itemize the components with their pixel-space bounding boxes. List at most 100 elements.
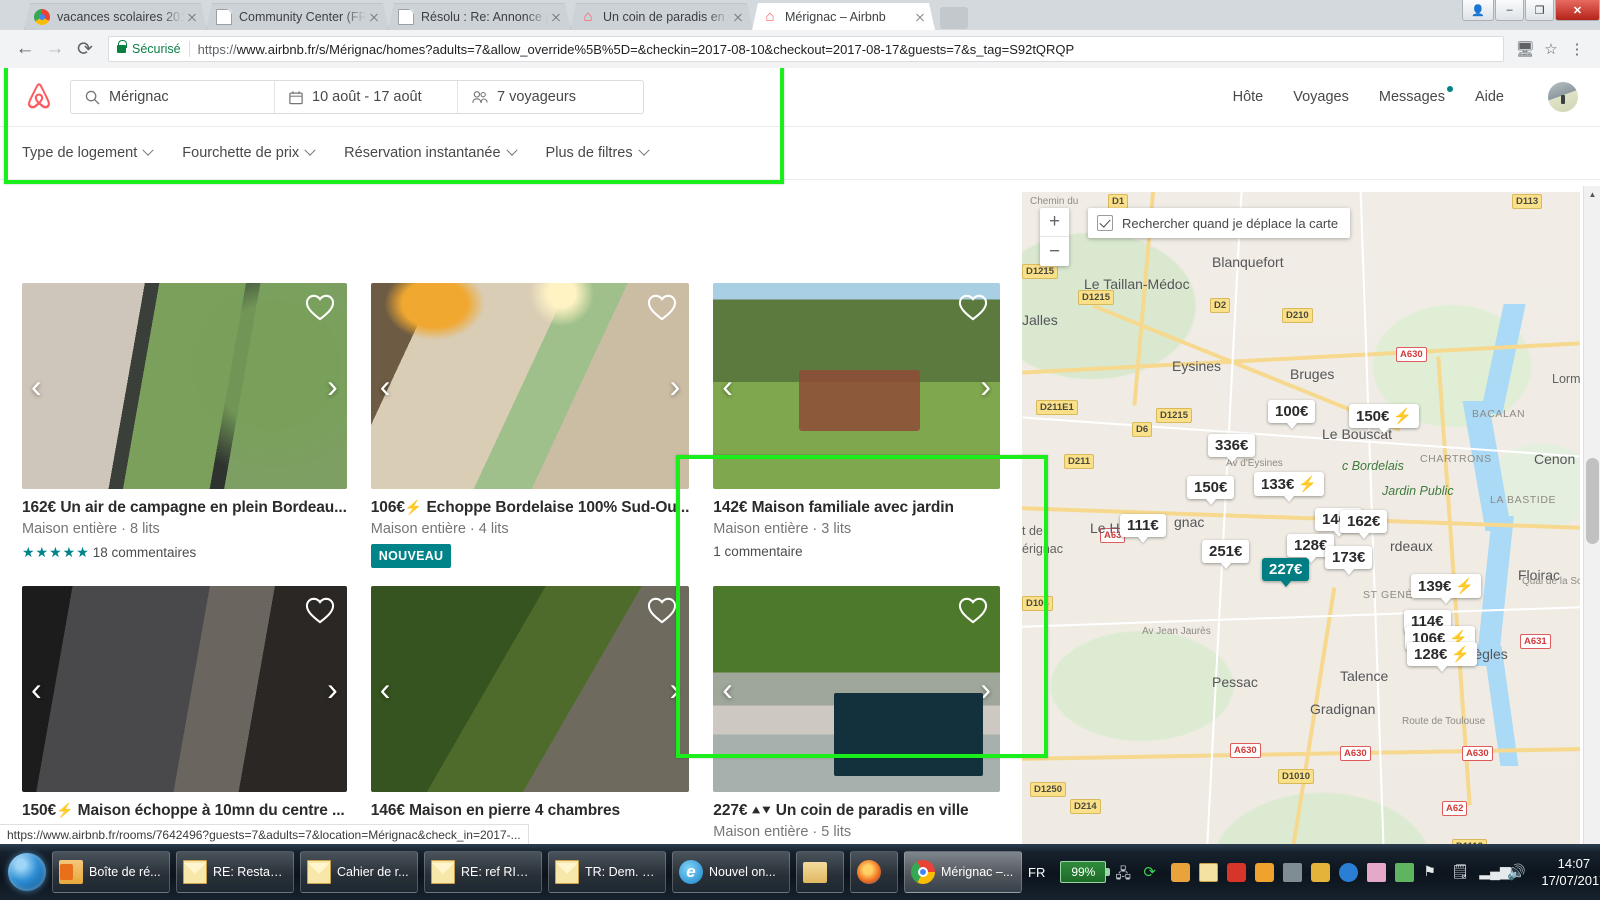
nav-item-messages[interactable]: Messages	[1379, 86, 1453, 105]
flag-icon[interactable]: ⚑	[1423, 863, 1442, 882]
clock[interactable]: 14:07 17/07/2017	[1541, 855, 1600, 889]
price-pin[interactable]: 336€	[1208, 434, 1256, 457]
heart-icon[interactable]	[958, 596, 988, 624]
browser-tab[interactable]: Community Center (FR) -	[206, 3, 389, 30]
heart-icon[interactable]	[305, 596, 335, 624]
reload-icon[interactable]: ⟳	[70, 34, 100, 64]
close-icon[interactable]	[730, 9, 746, 25]
map-zoom-controls[interactable]: + −	[1040, 208, 1069, 266]
close-window-button[interactable]: ✕	[1555, 0, 1600, 21]
nav-item-trips[interactable]: Voyages	[1293, 89, 1349, 105]
filter-instant-book[interactable]: Réservation instantanée	[344, 144, 518, 161]
prev-photo-icon[interactable]: ‹	[380, 673, 391, 705]
price-pin[interactable]: 133€ ⚡	[1254, 472, 1325, 496]
page-scrollbar[interactable]: ▲ ▼	[1583, 186, 1600, 844]
listing-title[interactable]: 142€ Maison familiale avec jardin	[713, 499, 1000, 517]
listing-card[interactable]: ‹ › 150€⚡ Maison échoppe à 10mn du centr…	[22, 586, 347, 844]
close-icon[interactable]	[366, 9, 382, 25]
scroll-up-icon[interactable]: ▲	[1584, 186, 1600, 203]
listing-title[interactable]: 106€⚡ Echoppe Bordelaise 100% Sud-Ou...	[371, 499, 690, 517]
browser-tab[interactable]: ⌂ Un coin de paradis en vil	[570, 3, 753, 30]
price-pin[interactable]: 111€	[1120, 514, 1166, 537]
price-pin[interactable]: 173€	[1325, 546, 1373, 569]
listing-photo[interactable]: ‹ ›	[713, 586, 1000, 792]
signal-icon[interactable]: ▂▄▆	[1479, 863, 1510, 882]
maximize-button[interactable]: ❐	[1525, 0, 1554, 21]
price-pin[interactable]: 139€ ⚡	[1411, 574, 1482, 598]
search-location-field[interactable]: Mérignac	[71, 81, 275, 113]
listing-card[interactable]: ‹ › 146€ Maison en pierre 4 chambres Mai…	[370, 586, 690, 844]
usb-icon[interactable]	[1283, 862, 1303, 882]
close-icon[interactable]	[548, 9, 564, 25]
prev-photo-icon[interactable]: ‹	[722, 673, 733, 705]
avatar[interactable]	[1548, 82, 1578, 112]
taskbar-item-firefox[interactable]	[850, 851, 898, 893]
listing-card-selected[interactable]: ‹ › 227€ ⯅⯆ Un coin de paradis en ville …	[713, 586, 1000, 844]
airbnb-logo[interactable]	[22, 80, 56, 114]
nav-item-host[interactable]: Hôte	[1233, 89, 1264, 105]
opera-icon[interactable]	[1255, 862, 1275, 882]
heart-icon[interactable]	[647, 293, 677, 321]
java-icon[interactable]	[1171, 862, 1191, 882]
prev-photo-icon[interactable]: ‹	[380, 370, 391, 402]
heart-icon[interactable]	[647, 596, 677, 624]
lock-tray-icon[interactable]	[1311, 862, 1331, 882]
taskbar-item-chrome[interactable]: Mérignac –...	[904, 851, 1022, 893]
next-photo-icon[interactable]: ›	[327, 370, 338, 402]
heart-icon[interactable]	[305, 293, 335, 321]
user-profile-button[interactable]: 👤	[1462, 0, 1494, 21]
search-guests-field[interactable]: 7 voyageurs	[458, 81, 643, 113]
price-pin[interactable]: 150€ ⚡	[1349, 404, 1420, 428]
search-on-move-control[interactable]: Rechercher quand je déplace la carte	[1088, 208, 1351, 238]
close-icon[interactable]	[184, 9, 200, 25]
listing-title[interactable]: 227€ ⯅⯆ Un coin de paradis en ville	[713, 802, 1000, 820]
listing-title[interactable]: 146€ Maison en pierre 4 chambres	[371, 802, 690, 820]
new-tab-button[interactable]	[940, 7, 968, 29]
start-button[interactable]	[8, 849, 46, 895]
monitor-icon[interactable]	[1339, 862, 1359, 882]
browser-tab[interactable]: vacances scolaires 2018 2	[24, 3, 207, 30]
search-bar[interactable]: Mérignac 10 août - 17 août 7 voyageurs	[70, 80, 644, 114]
search-dates-field[interactable]: 10 août - 17 août	[275, 81, 458, 113]
next-photo-icon[interactable]: ›	[980, 370, 991, 402]
prev-photo-icon[interactable]: ‹	[722, 370, 733, 402]
acrobat-icon[interactable]	[1227, 862, 1247, 882]
clipboard-icon[interactable]: 🗒	[1451, 863, 1470, 882]
forward-icon[interactable]: →	[40, 34, 70, 64]
mail-tray-icon[interactable]	[1199, 862, 1219, 882]
bookmark-star-icon[interactable]: ☆	[1538, 36, 1564, 62]
zoom-out-button[interactable]: −	[1040, 237, 1069, 266]
extension-icon[interactable]: 🖥	[1512, 36, 1538, 62]
price-pin-selected[interactable]: 227€	[1262, 558, 1310, 581]
listing-title[interactable]: 162€ Un air de campagne en plein Bordeau…	[22, 499, 347, 517]
browser-tab-active[interactable]: ⌂ Mérignac – Airbnb	[752, 3, 935, 30]
address-bar[interactable]: Sécurisé https://www.airbnb.fr/s/Mérigna…	[108, 36, 1504, 62]
taskbar-item-mail[interactable]: Cahier de r...	[300, 851, 418, 893]
network-icon[interactable]: 🖧	[1115, 863, 1134, 882]
price-pin[interactable]: 100€	[1268, 400, 1316, 423]
taskbar-item-internet-explorer[interactable]: Nouvel on...	[672, 851, 790, 893]
search-on-move-checkbox[interactable]	[1097, 215, 1113, 231]
price-pin[interactable]: 251€	[1202, 540, 1250, 563]
price-pin[interactable]: 162€	[1340, 510, 1388, 533]
browser-tab[interactable]: Résolu : Re: Annonce pub	[388, 3, 571, 30]
scrollbar-thumb[interactable]	[1586, 458, 1599, 544]
zoom-in-button[interactable]: +	[1040, 208, 1069, 237]
next-photo-icon[interactable]: ›	[327, 673, 338, 705]
taskbar-item-mail[interactable]: TR: Dem. 3...	[548, 851, 666, 893]
language-indicator[interactable]: FR	[1028, 865, 1045, 880]
listing-photo[interactable]: ‹ ›	[370, 283, 690, 489]
heart-icon[interactable]	[958, 293, 988, 321]
minimize-button[interactable]: –	[1495, 0, 1524, 21]
next-photo-icon[interactable]: ›	[670, 673, 681, 705]
taskbar-item-mail[interactable]: RE: Restaur...	[176, 851, 294, 893]
filter-room-type[interactable]: Type de logement	[22, 144, 154, 161]
filter-more-filters[interactable]: Plus de filtres	[546, 144, 650, 161]
price-pin[interactable]: 150€	[1187, 476, 1235, 499]
taskbar-item-mail[interactable]: RE: ref RIG...	[424, 851, 542, 893]
taskbar-item-explorer[interactable]	[796, 851, 844, 893]
nav-item-help[interactable]: Aide	[1475, 89, 1504, 105]
prev-photo-icon[interactable]: ‹	[31, 370, 42, 402]
listing-title[interactable]: 150€⚡ Maison échoppe à 10mn du centre ..…	[22, 802, 347, 820]
filter-price-range[interactable]: Fourchette de prix	[182, 144, 316, 161]
